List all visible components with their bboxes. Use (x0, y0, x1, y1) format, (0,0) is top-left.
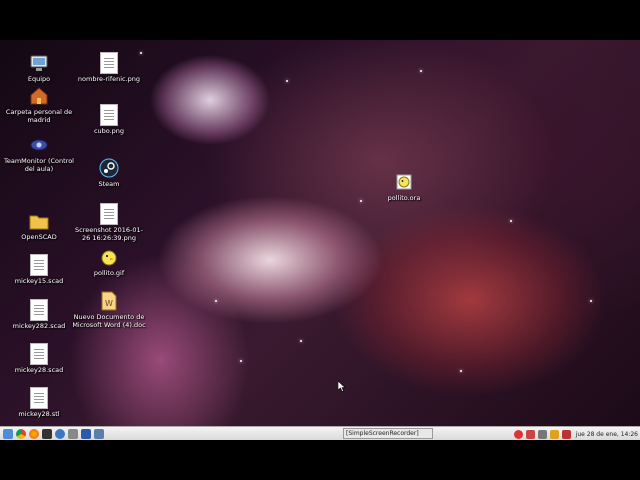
icon-label: TeamMonitor (Control del aula) (4, 157, 74, 173)
desktop-icon-screenshot-png[interactable]: Screenshot 2016-01-26 16:26:39.png (72, 203, 146, 242)
document-icon (28, 254, 50, 276)
icon-label: Steam (98, 180, 120, 188)
image-file-icon (98, 52, 120, 74)
document-icon (28, 299, 50, 321)
network-icon[interactable] (525, 429, 535, 439)
desktop-icon-pollito-gif[interactable]: pollito.gif (72, 246, 146, 278)
icon-label: mickey28.stl (18, 410, 60, 418)
firefox-icon[interactable] (29, 429, 39, 439)
icon-label: pollito.ora (387, 194, 421, 202)
image-file-icon (98, 203, 120, 225)
taskbar-window-simplescreenrecorder[interactable]: [SimpleScreenRecorder] (343, 428, 433, 439)
desktop-icon-steam[interactable]: Steam (72, 157, 146, 189)
icon-label: cubo.png (93, 127, 125, 135)
folder-icon (28, 210, 50, 232)
virtualbox-icon[interactable] (81, 429, 91, 439)
system-tray: jue 28 de ene, 14:26 (513, 428, 638, 440)
file-manager-icon[interactable] (3, 429, 13, 439)
desktop-icon-pollito-ora[interactable]: pollito.ora (367, 171, 441, 203)
icon-label: pollito.gif (93, 269, 125, 277)
mouse-cursor-icon (337, 377, 346, 396)
icon-label: Equipo (27, 75, 51, 83)
browser-icon[interactable] (55, 429, 65, 439)
ora-file-icon (393, 171, 415, 193)
desktop-icon-cubo-png[interactable]: cubo.png (72, 104, 146, 136)
volume-icon[interactable] (537, 429, 547, 439)
desktop-icon-openscad[interactable]: OpenSCAD (2, 210, 76, 242)
desktop-icon-mickey28-scad[interactable]: mickey28.scad (2, 343, 76, 375)
battery-icon[interactable] (549, 429, 559, 439)
desktop-icon-nuevo-documento-word[interactable]: W Nuevo Documento de Microsoft Word (4).… (72, 290, 146, 329)
desktop-icon-mickey15-scad[interactable]: mickey15.scad (2, 254, 76, 286)
desktop-icon-mickey282-scad[interactable]: mickey282.scad (2, 299, 76, 331)
icon-label: Screenshot 2016-01-26 16:26:39.png (75, 226, 143, 242)
icon-label: mickey282.scad (12, 322, 66, 330)
desktop-icon[interactable] (94, 429, 104, 439)
icon-label: Carpeta personal de madrid (5, 108, 73, 124)
icon-label: nombre-rifenic.png (77, 75, 141, 83)
icon-label: Nuevo Documento de Microsoft Word (4).do… (72, 313, 146, 329)
team-monitor-icon (28, 134, 50, 156)
image-file-icon (98, 104, 120, 126)
desktop-icon-teammonitor[interactable]: TeamMonitor (Control del aula) (2, 134, 76, 173)
gif-icon (98, 246, 120, 268)
home-folder-icon (28, 85, 50, 107)
svg-text:W: W (105, 299, 113, 308)
letterbox-top (0, 0, 640, 40)
desktop-icon-mickey28-stl[interactable]: mickey28.stl (2, 387, 76, 419)
window-button-label: [SimpleScreenRecorder] (346, 430, 419, 437)
icon-label: mickey28.scad (14, 366, 64, 374)
terminal-icon[interactable] (42, 429, 52, 439)
chrome-icon[interactable] (16, 429, 26, 439)
taskbar: [SimpleScreenRecorder] jue 28 de ene, 14… (0, 426, 640, 441)
updates-icon[interactable] (561, 429, 571, 439)
word-document-icon: W (98, 290, 120, 312)
document-icon (28, 387, 50, 409)
computer-icon (28, 52, 50, 74)
icon-label: mickey15.scad (14, 277, 64, 285)
letterbox-bottom (0, 440, 640, 480)
desktop-icon-nombre-rifenic[interactable]: nombre-rifenic.png (72, 52, 146, 84)
clock[interactable]: jue 28 de ene, 14:26 (576, 431, 638, 438)
settings-icon[interactable] (68, 429, 78, 439)
icon-label: OpenSCAD (21, 233, 57, 241)
desktop-icon-equipo[interactable]: Equipo (2, 52, 76, 84)
desktop-icon-carpeta-personal[interactable]: Carpeta personal de madrid (2, 85, 76, 124)
recording-icon[interactable] (513, 429, 523, 439)
desktop[interactable]: Equipo Carpeta personal de madrid TeamMo… (0, 40, 640, 426)
document-icon (28, 343, 50, 365)
steam-icon (98, 157, 120, 179)
